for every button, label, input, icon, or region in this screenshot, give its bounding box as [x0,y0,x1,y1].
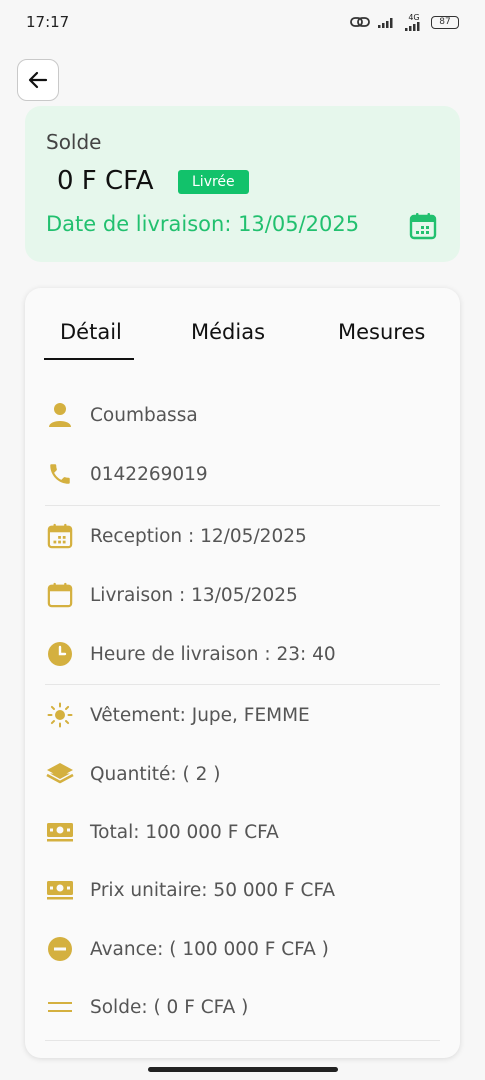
reception-date: Reception : 12/05/2025 [90,525,307,547]
back-button[interactable] [17,59,59,101]
equals-icon [48,1002,72,1012]
calendar-icon [47,582,73,608]
calendar-icon [47,523,73,549]
signal-icon [405,21,420,31]
network-indicator: 4G [404,12,424,31]
status-badge: Livrée [178,170,249,194]
sun-icon [47,702,73,728]
balance-remaining: Solde: ( 0 F CFA ) [90,996,249,1018]
detail-row-solde: Solde: ( 0 F CFA ) [45,987,248,1027]
detail-row-heure: Heure de livraison : 23: 40 [45,634,336,674]
detail-row-vetement: Vêtement: Jupe, FEMME [45,695,310,735]
calendar-icon [409,213,437,240]
person-icon [49,403,71,427]
layers-icon [46,763,74,784]
balance-label: Solde [46,130,102,154]
delivery-date: Date de livraison: 13/05/2025 [46,212,360,236]
tab-mesures[interactable]: Mesures [338,320,425,344]
phone-number: 0142269019 [90,463,208,485]
detail-card: Détail Médias Mesures Coumbassa 01422690… [25,288,460,1058]
client-name: Coumbassa [90,404,198,426]
balance-amount: 0 F CFA [57,166,154,196]
detail-row-total: Total: 100 000 F CFA [45,812,279,852]
link-icon [350,17,370,27]
status-time: 17:17 [26,13,70,31]
status-bar: 17:17 4G 87 [0,0,485,44]
signal-icon [378,17,393,28]
tab-medias[interactable]: Médias [191,320,265,344]
unit-price: Prix unitaire: 50 000 F CFA [90,879,336,901]
total-amount: Total: 100 000 F CFA [90,821,279,843]
separator [45,684,440,685]
balance-card: Solde 0 F CFA Livrée Date de livraison: … [25,106,460,262]
quantity: Quantité: ( 2 ) [90,763,221,785]
advance-amount: Avance: ( 100 000 F CFA ) [90,938,329,960]
clock-icon [48,642,72,666]
delivery-time: Heure de livraison : 23: 40 [90,643,336,665]
livraison-date: Livraison : 13/05/2025 [90,584,298,606]
detail-row-livraison: Livraison : 13/05/2025 [45,575,298,615]
status-icons: 4G 87 [350,12,459,31]
detail-row-quantite: Quantité: ( 2 ) [45,754,220,794]
garment-type: Vêtement: Jupe, FEMME [90,704,310,726]
phone-icon [50,464,70,484]
detail-row-phone: 0142269019 [45,454,208,494]
arrow-left-icon [28,71,48,89]
minus-circle-icon [48,937,72,961]
money-icon [47,823,73,842]
separator [45,1040,440,1041]
detail-row-reception: Reception : 12/05/2025 [45,516,307,556]
home-indicator[interactable] [148,1067,338,1072]
detail-row-avance: Avance: ( 100 000 F CFA ) [45,929,329,969]
money-icon [47,881,73,900]
network-label: 4G [408,12,420,22]
calendar-button[interactable] [409,212,437,244]
battery-icon: 87 [431,15,459,29]
detail-row-client: Coumbassa [45,395,198,435]
tab-bar: Détail Médias Mesures [25,288,460,360]
tab-detail[interactable]: Détail [60,320,122,344]
tab-indicator [44,358,134,360]
separator [45,505,440,506]
detail-row-prix-unitaire: Prix unitaire: 50 000 F CFA [45,870,335,910]
